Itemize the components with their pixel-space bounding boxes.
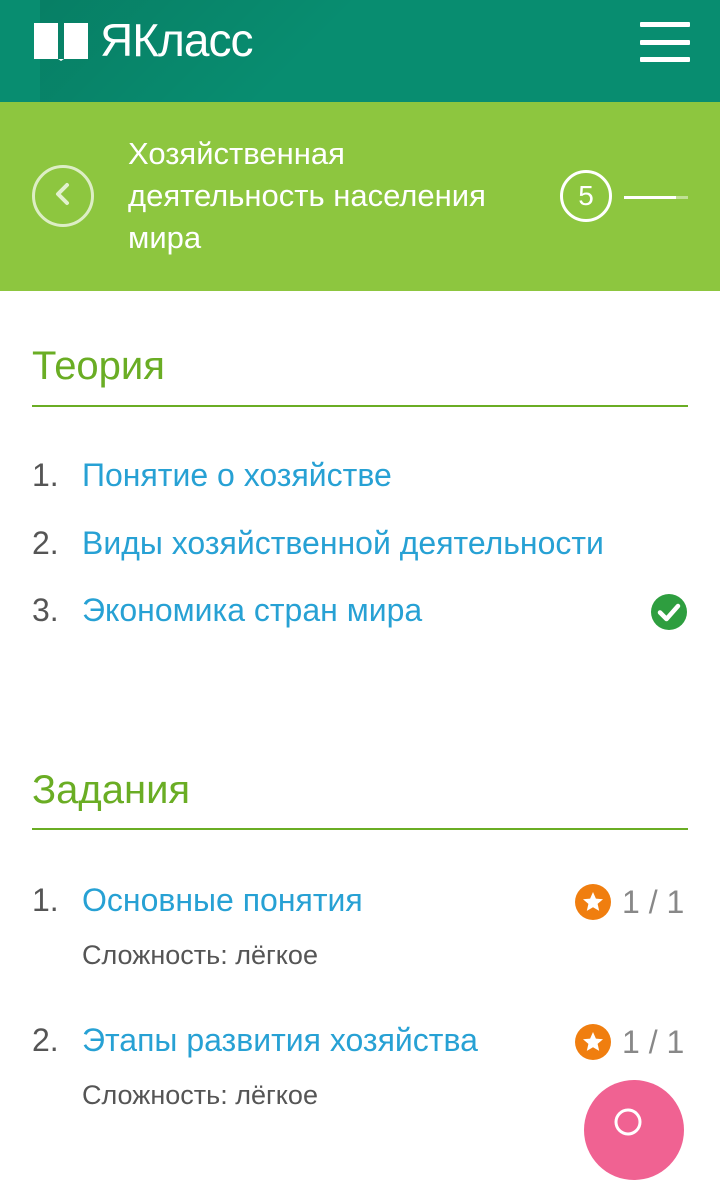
theory-item-link[interactable]: Виды хозяйственной деятельности <box>82 523 604 563</box>
theory-item-link[interactable]: Понятие о хозяйстве <box>82 455 392 495</box>
task-item-number: 2. <box>32 1022 59 1058</box>
task-difficulty: Сложность: лёгкое <box>82 940 318 970</box>
theory-heading: Теория <box>32 344 165 388</box>
task-item-link[interactable]: Основные понятия <box>82 880 363 920</box>
check-circle-icon <box>651 594 687 635</box>
task-score: 1 / 1 <box>622 1024 685 1060</box>
grade-progress-line <box>624 196 676 199</box>
star-badge-icon <box>575 884 611 925</box>
task-item-link[interactable]: Этапы развития хозяйства <box>82 1020 478 1060</box>
theory-item-number: 1. <box>32 457 59 493</box>
star-badge-icon <box>575 1024 611 1065</box>
hamburger-icon[interactable] <box>640 22 690 62</box>
task-item-number: 1. <box>32 882 59 918</box>
floating-action-button[interactable] <box>584 1080 684 1180</box>
theory-item-number: 3. <box>32 592 59 628</box>
tasks-divider <box>32 828 688 830</box>
grade-progress-tail <box>676 196 688 199</box>
grade-badge[interactable]: 5 <box>560 170 612 222</box>
top-bar: ЯКласс <box>0 0 720 102</box>
tasks-heading: Задания <box>32 768 191 812</box>
lesson-title: Хозяйственная деятельность населения мир… <box>128 136 486 255</box>
chevron-left-icon <box>50 181 76 212</box>
back-button[interactable] <box>32 165 94 227</box>
theory-divider <box>32 405 688 407</box>
logo[interactable]: ЯКласс <box>32 14 253 66</box>
open-book-icon <box>32 19 90 61</box>
theory-item-link[interactable]: Экономика стран мира <box>82 590 422 630</box>
task-score: 1 / 1 <box>622 884 685 920</box>
theory-item-number: 2. <box>32 525 59 561</box>
task-difficulty: Сложность: лёгкое <box>82 1080 318 1110</box>
logo-text: ЯКласс <box>100 14 253 66</box>
